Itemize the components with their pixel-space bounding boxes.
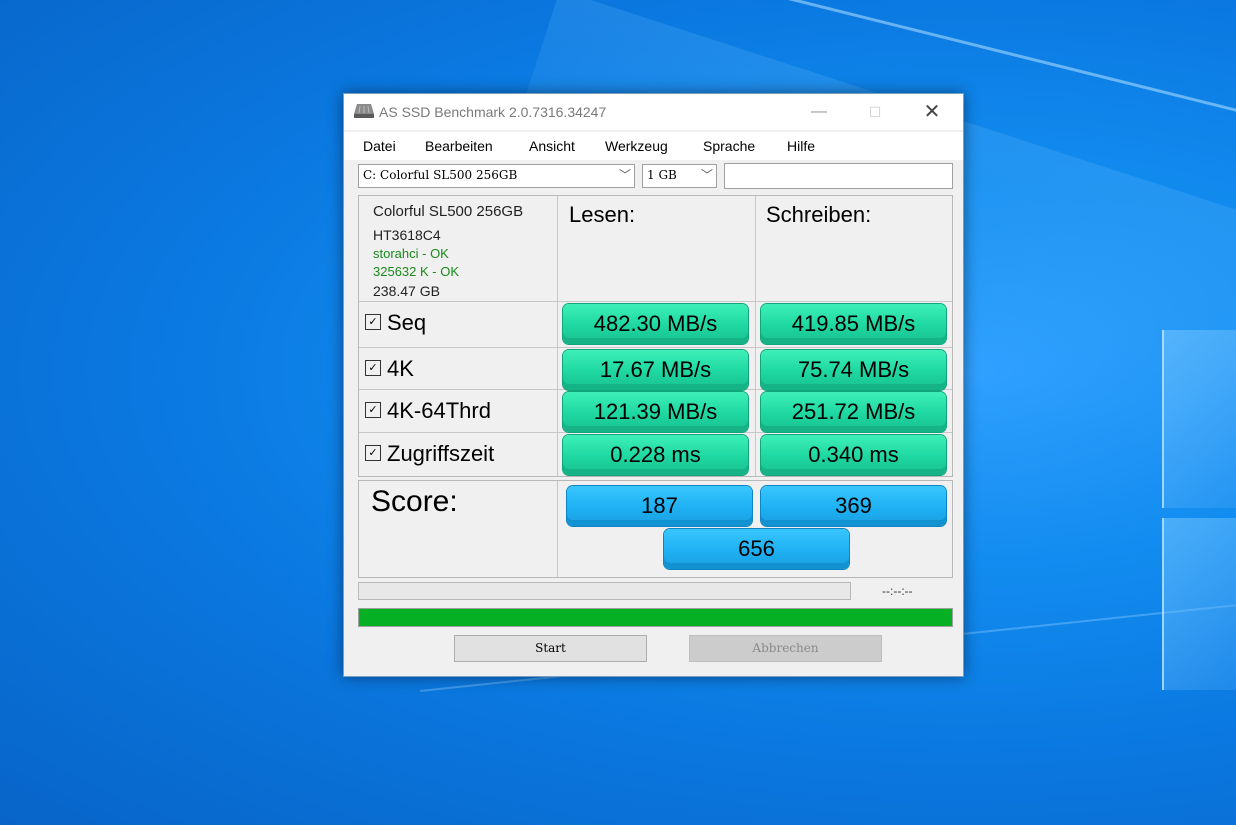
checkbox-4k-64thrd[interactable]: ✓ <box>365 402 381 419</box>
size-select[interactable]: 1 GB ﹀ <box>642 164 717 188</box>
access-time-write-result: 0.340 ms <box>761 435 946 475</box>
row-label-text: Seq <box>387 310 427 335</box>
row-label-4k-64thrd[interactable]: ✓ 4K-64Thrd <box>365 398 491 424</box>
score-title: Score: <box>371 485 458 518</box>
close-button[interactable]: ✕ <box>909 98 955 126</box>
checkbox-seq[interactable]: ✓ <box>365 314 381 331</box>
results-grid: Colorful SL500 256GB HT3618C4 storahci -… <box>358 195 953 477</box>
drive-select[interactable]: C: Colorful SL500 256GB ﹀ <box>358 164 635 188</box>
row-label-text: Zugriffszeit <box>387 441 495 466</box>
row-label-4k[interactable]: ✓ 4K <box>365 356 414 382</box>
grid-divider <box>359 347 952 348</box>
menu-datei[interactable]: Datei <box>363 138 396 154</box>
drive-name: Colorful SL500 256GB <box>373 203 524 220</box>
window-title: AS SSD Benchmark 2.0.7316.34247 <box>379 104 607 120</box>
row-label-text: 4K-64Thrd <box>387 398 491 423</box>
total-score: 656 <box>664 529 849 569</box>
alignment-status: 325632 K - OK <box>373 264 459 279</box>
menu-werkzeug[interactable]: Werkzeug <box>605 138 668 154</box>
checkbox-zugriffszeit[interactable]: ✓ <box>365 445 381 462</box>
row-label-text: 4K <box>387 356 414 381</box>
menu-bar: Datei Bearbeiten Ansicht Werkzeug Sprach… <box>344 132 963 160</box>
4k-64thrd-write-result: 251.72 MB/s <box>761 392 946 432</box>
4k-64thrd-read-result: 121.39 MB/s <box>563 392 748 432</box>
abort-button[interactable]: Abbrechen <box>689 635 882 662</box>
chevron-down-icon: ﹀ <box>618 168 631 182</box>
menu-ansicht[interactable]: Ansicht <box>529 138 575 154</box>
minimize-button[interactable]: — <box>796 98 842 126</box>
write-score: 369 <box>761 486 946 526</box>
grid-divider <box>359 432 952 433</box>
start-button[interactable]: Start <box>454 635 647 662</box>
4k-read-result: 17.67 MB/s <box>563 350 748 390</box>
as-ssd-window: AS SSD Benchmark 2.0.7316.34247 — ☐ ✕ Da… <box>343 93 964 677</box>
row-label-zugriffszeit[interactable]: ✓ Zugriffszeit <box>365 441 494 467</box>
chevron-down-icon: ﹀ <box>700 168 713 182</box>
menu-hilfe[interactable]: Hilfe <box>787 138 815 154</box>
checkbox-4k[interactable]: ✓ <box>365 360 381 377</box>
grid-divider <box>557 196 558 476</box>
menu-sprache[interactable]: Sprache <box>703 138 755 154</box>
seq-read-result: 482.30 MB/s <box>563 304 748 344</box>
4k-write-result: 75.74 MB/s <box>761 350 946 390</box>
read-column-header: Lesen: <box>569 202 636 227</box>
test-progress-bar <box>358 582 851 600</box>
row-label-seq[interactable]: ✓ Seq <box>365 310 426 336</box>
grid-divider <box>755 196 756 476</box>
seq-write-result: 419.85 MB/s <box>761 304 946 344</box>
drive-firmware: HT3618C4 <box>373 227 441 243</box>
windows-logo-pane <box>1162 518 1236 690</box>
overall-progress-bar <box>358 608 953 627</box>
windows-logo-pane <box>1162 330 1236 508</box>
title-bar[interactable]: AS SSD Benchmark 2.0.7316.34247 — ☐ ✕ <box>344 94 963 130</box>
size-select-value: 1 GB <box>647 168 677 182</box>
drive-select-value: C: Colorful SL500 256GB <box>363 168 518 182</box>
access-time-read-result: 0.228 ms <box>563 435 748 475</box>
drive-capacity: 238.47 GB <box>373 283 440 299</box>
score-area: Score: 187 369 656 <box>358 480 953 578</box>
write-column-header: Schreiben: <box>766 202 872 227</box>
grid-divider <box>359 301 952 302</box>
info-text-field[interactable] <box>724 163 953 189</box>
elapsed-time: --:--:-- <box>882 584 913 598</box>
driver-status: storahci - OK <box>373 246 449 261</box>
menu-bearbeiten[interactable]: Bearbeiten <box>425 138 493 154</box>
overall-progress-fill <box>359 609 952 626</box>
read-score: 187 <box>567 486 752 526</box>
drive-icon <box>354 104 374 118</box>
grid-divider <box>557 481 558 577</box>
maximize-button[interactable]: ☐ <box>852 98 898 126</box>
